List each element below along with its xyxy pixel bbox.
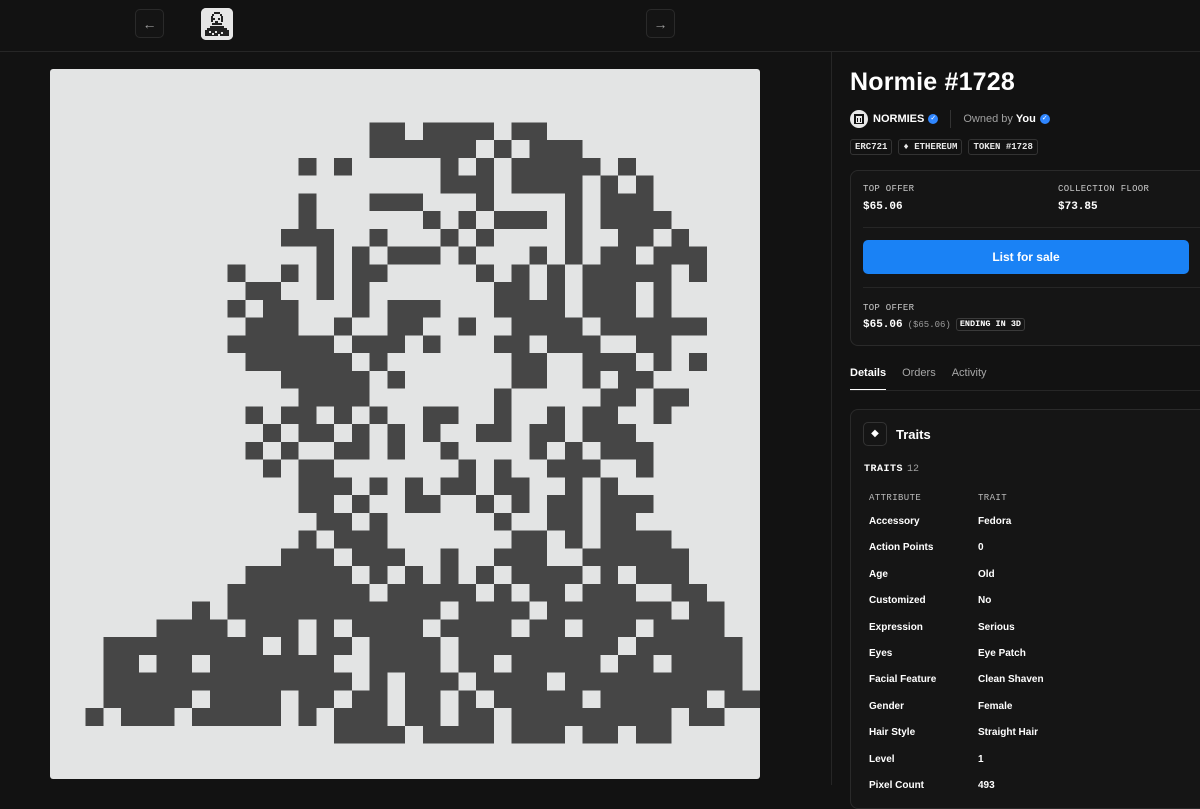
traits-card: ◆ Traits TRAITS 12 ATTRIBUTE TRAIT Access… [850,409,1200,809]
detail-tabs: Details Orders Activity [850,367,987,391]
collection-logo-icon[interactable] [850,110,868,128]
pixel-art-image [85,122,760,744]
chain-tag[interactable]: ♦ ETHEREUM [898,139,963,155]
trait-attribute: Age [869,568,888,580]
verified-check-icon: ✓ [1039,114,1050,124]
traits-count: 12 [907,464,920,475]
nft-artwork [50,69,760,779]
trait-attribute: Action Points [869,542,934,554]
ending-badge: ENDING IN 3D [955,318,1026,331]
trait-attribute: Gender [869,700,905,712]
trait-attribute: Expression [869,621,923,633]
trait-value: Old [978,568,995,580]
panel-divider [831,51,832,785]
owned-by-label: Owned by [963,113,1013,125]
trait-value: Fedora [978,516,1012,527]
trait-value: 0 [978,542,984,554]
tabs-underline [850,390,1200,391]
column-header-attribute: ATTRIBUTE [869,493,922,503]
trait-attribute: Customized [869,595,926,607]
tab-orders[interactable]: Orders [902,367,936,391]
top-offer-usd: ($65.06) [907,319,951,330]
trait-attribute: Eyes [869,648,893,659]
pixel-portrait-thumbnail-icon [201,8,233,40]
collection-owner-row: NORMIES ✓ Owned by You ✓ [850,109,1050,129]
top-offer-label-2: TOP OFFER [863,303,915,313]
divider [950,110,952,128]
arrow-right-icon: → [653,16,668,32]
top-offer-value-2: $65.06 [863,318,903,331]
trait-attribute: Accessory [869,516,920,527]
column-header-trait: TRAIT [978,493,1008,503]
trait-attribute: Hair Style [869,727,916,739]
collection-floor-value: $73.85 [1058,201,1098,213]
chain-tag-label: ETHEREUM [914,142,958,152]
arrow-left-icon: ← [142,16,157,32]
diamond-icon: ◆ [863,422,887,446]
traits-count-row: TRAITS 12 [864,463,919,475]
trait-value: 493 [978,780,995,791]
next-button[interactable]: → [646,9,675,38]
list-for-sale-button[interactable]: List for sale [863,240,1189,274]
prev-button[interactable]: ← [135,9,164,38]
token-id-tag[interactable]: TOKEN #1728 [968,139,1038,155]
trait-value: Female [978,700,1013,712]
divider [863,287,1200,288]
top-offer-value: $65.06 [863,201,903,213]
trait-attribute: Facial Feature [869,674,937,686]
traits-title: Traits [896,427,931,442]
tab-activity[interactable]: Activity [952,367,987,391]
trait-value: Eye Patch [978,648,1026,659]
trait-value: No [978,595,992,607]
trait-attribute: Level [869,753,895,765]
trait-value: Straight Hair [978,727,1039,739]
offer-card: TOP OFFER $65.06 COLLECTION FLOOR $73.85… [850,170,1200,346]
collection-name-link[interactable]: NORMIES [873,113,924,125]
divider [863,227,1200,228]
verified-check-icon: ✓ [928,114,939,124]
top-offer-label: TOP OFFER [863,184,915,194]
collection-floor-label: COLLECTION FLOOR [1058,184,1150,194]
ethereum-icon: ♦ [903,142,909,152]
trait-value: Clean Shaven [978,674,1044,686]
top-bar: ← → [0,0,1200,52]
token-tags: ERC721 ♦ ETHEREUM TOKEN #1728 [850,139,1038,155]
page-title: Normie #1728 [850,68,1015,96]
trait-attribute: Pixel Count [869,780,925,791]
top-offer-detail: $65.06 ($65.06) ENDING IN 3D [863,318,1026,331]
nft-thumbnail[interactable] [201,8,233,40]
traits-count-label: TRAITS [864,464,904,475]
trait-value: Serious [978,621,1015,633]
trait-value: 1 [978,753,984,765]
tab-details[interactable]: Details [850,367,887,391]
standard-tag: ERC721 [850,139,893,155]
owner-link[interactable]: You [1016,113,1036,125]
